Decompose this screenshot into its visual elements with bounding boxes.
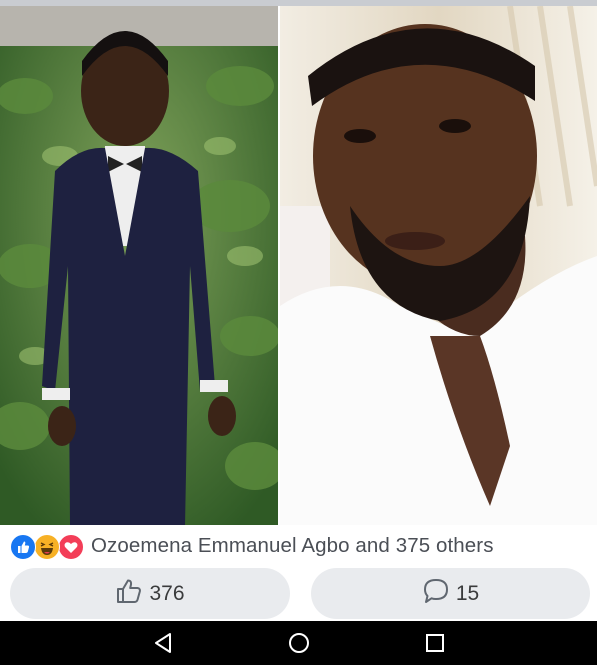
reactions-summary-text[interactable]: Ozoemena Emmanuel Agbo and 375 others (91, 534, 494, 558)
comment-count: 15 (455, 581, 480, 605)
childhood-photo-illustration (0, 6, 278, 525)
action-buttons: 376 15 (0, 567, 597, 621)
comment-button[interactable]: 15 (311, 568, 590, 619)
adult-photo-illustration (280, 6, 597, 525)
android-navigation-bar (0, 621, 597, 665)
recents-icon[interactable] (421, 629, 449, 657)
haha-icon (34, 534, 60, 560)
like-count: 376 (149, 581, 185, 605)
thumbs-up-icon (115, 578, 143, 609)
love-icon (58, 534, 84, 560)
home-icon[interactable] (285, 629, 313, 657)
reaction-icons (10, 534, 86, 560)
like-icon (10, 534, 36, 560)
comment-bubble-icon (422, 577, 450, 610)
back-icon[interactable] (150, 629, 178, 657)
adult-photo[interactable] (280, 6, 597, 525)
post-photos (0, 6, 597, 525)
childhood-photo[interactable] (0, 6, 278, 525)
like-button[interactable]: 376 (10, 568, 290, 619)
reactions-summary[interactable]: Ozoemena Emmanuel Agbo and 375 others (0, 525, 597, 567)
